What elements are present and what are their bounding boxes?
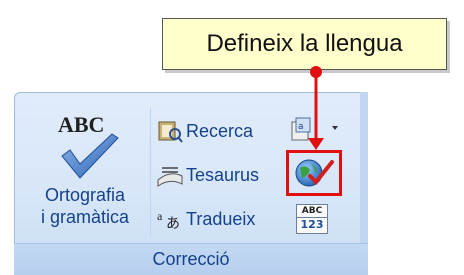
callout-arrow (308, 66, 324, 150)
